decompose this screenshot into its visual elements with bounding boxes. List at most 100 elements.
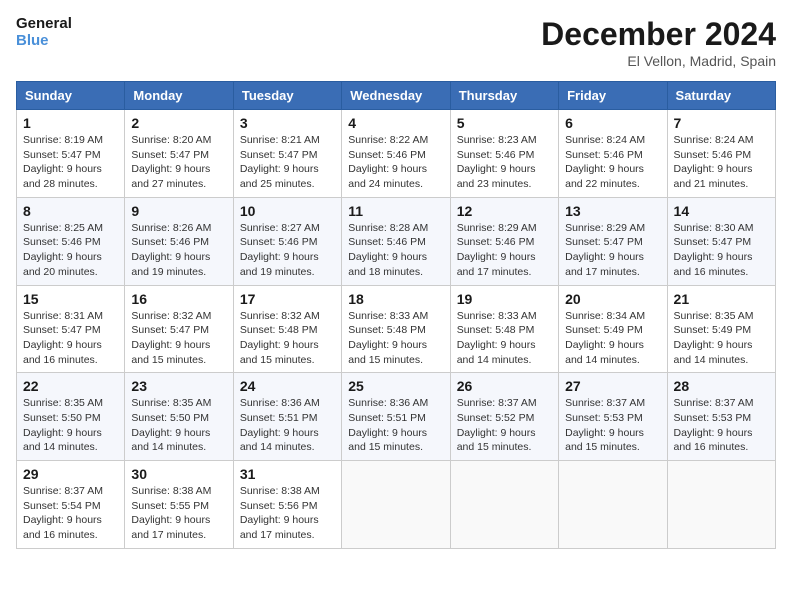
calendar-cell: 21 Sunrise: 8:35 AM Sunset: 5:49 PM Dayl…: [667, 285, 775, 373]
day-number: 18: [348, 291, 443, 307]
sunset-label: Sunset: 5:50 PM: [131, 412, 209, 424]
daylight-label: Daylight: 9 hours and 15 minutes.: [131, 339, 210, 366]
weekday-header: Tuesday: [233, 82, 341, 110]
day-info: Sunrise: 8:37 AM Sunset: 5:52 PM Dayligh…: [457, 396, 552, 455]
sunset-label: Sunset: 5:47 PM: [23, 149, 101, 161]
sunrise-label: Sunrise: 8:23 AM: [457, 134, 537, 146]
day-number: 11: [348, 203, 443, 219]
day-number: 15: [23, 291, 118, 307]
daylight-label: Daylight: 9 hours and 14 minutes.: [674, 339, 753, 366]
calendar-cell: 22 Sunrise: 8:35 AM Sunset: 5:50 PM Dayl…: [17, 373, 125, 461]
sunrise-label: Sunrise: 8:24 AM: [674, 134, 754, 146]
sunrise-label: Sunrise: 8:35 AM: [23, 397, 103, 409]
sunrise-label: Sunrise: 8:22 AM: [348, 134, 428, 146]
daylight-label: Daylight: 9 hours and 17 minutes.: [457, 251, 536, 278]
day-info: Sunrise: 8:38 AM Sunset: 5:55 PM Dayligh…: [131, 484, 226, 543]
calendar-cell: [559, 461, 667, 549]
location: El Vellon, Madrid, Spain: [541, 53, 776, 69]
calendar-cell: 18 Sunrise: 8:33 AM Sunset: 5:48 PM Dayl…: [342, 285, 450, 373]
day-info: Sunrise: 8:35 AM Sunset: 5:50 PM Dayligh…: [23, 396, 118, 455]
logo-container: General Blue: [16, 16, 72, 49]
calendar-cell: 14 Sunrise: 8:30 AM Sunset: 5:47 PM Dayl…: [667, 197, 775, 285]
weekday-header: Sunday: [17, 82, 125, 110]
day-number: 28: [674, 378, 769, 394]
sunset-label: Sunset: 5:47 PM: [131, 149, 209, 161]
calendar-cell: 15 Sunrise: 8:31 AM Sunset: 5:47 PM Dayl…: [17, 285, 125, 373]
daylight-label: Daylight: 9 hours and 14 minutes.: [23, 427, 102, 454]
sunset-label: Sunset: 5:48 PM: [240, 324, 318, 336]
sunrise-label: Sunrise: 8:36 AM: [348, 397, 428, 409]
sunrise-label: Sunrise: 8:28 AM: [348, 222, 428, 234]
day-number: 25: [348, 378, 443, 394]
calendar-cell: 31 Sunrise: 8:38 AM Sunset: 5:56 PM Dayl…: [233, 461, 341, 549]
day-number: 19: [457, 291, 552, 307]
daylight-label: Daylight: 9 hours and 15 minutes.: [565, 427, 644, 454]
day-number: 24: [240, 378, 335, 394]
sunrise-label: Sunrise: 8:35 AM: [674, 310, 754, 322]
day-number: 8: [23, 203, 118, 219]
sunset-label: Sunset: 5:46 PM: [565, 149, 643, 161]
calendar-cell: 5 Sunrise: 8:23 AM Sunset: 5:46 PM Dayli…: [450, 110, 558, 198]
sunrise-label: Sunrise: 8:33 AM: [348, 310, 428, 322]
sunset-label: Sunset: 5:53 PM: [674, 412, 752, 424]
weekday-header: Saturday: [667, 82, 775, 110]
sunset-label: Sunset: 5:54 PM: [23, 500, 101, 512]
logo-text: General Blue: [16, 16, 72, 49]
day-info: Sunrise: 8:22 AM Sunset: 5:46 PM Dayligh…: [348, 133, 443, 192]
day-info: Sunrise: 8:26 AM Sunset: 5:46 PM Dayligh…: [131, 221, 226, 280]
day-info: Sunrise: 8:29 AM Sunset: 5:46 PM Dayligh…: [457, 221, 552, 280]
sunset-label: Sunset: 5:47 PM: [23, 324, 101, 336]
day-info: Sunrise: 8:36 AM Sunset: 5:51 PM Dayligh…: [240, 396, 335, 455]
daylight-label: Daylight: 9 hours and 17 minutes.: [240, 514, 319, 541]
sunset-label: Sunset: 5:50 PM: [23, 412, 101, 424]
day-info: Sunrise: 8:32 AM Sunset: 5:48 PM Dayligh…: [240, 309, 335, 368]
daylight-label: Daylight: 9 hours and 28 minutes.: [23, 163, 102, 190]
weekday-header: Wednesday: [342, 82, 450, 110]
calendar-cell: 30 Sunrise: 8:38 AM Sunset: 5:55 PM Dayl…: [125, 461, 233, 549]
sunrise-label: Sunrise: 8:31 AM: [23, 310, 103, 322]
sunset-label: Sunset: 5:46 PM: [131, 236, 209, 248]
calendar-cell: 10 Sunrise: 8:27 AM Sunset: 5:46 PM Dayl…: [233, 197, 341, 285]
calendar-cell: [342, 461, 450, 549]
daylight-label: Daylight: 9 hours and 20 minutes.: [23, 251, 102, 278]
calendar-cell: 4 Sunrise: 8:22 AM Sunset: 5:46 PM Dayli…: [342, 110, 450, 198]
day-number: 27: [565, 378, 660, 394]
calendar-cell: 26 Sunrise: 8:37 AM Sunset: 5:52 PM Dayl…: [450, 373, 558, 461]
calendar-week-row: 22 Sunrise: 8:35 AM Sunset: 5:50 PM Dayl…: [17, 373, 776, 461]
calendar-cell: 29 Sunrise: 8:37 AM Sunset: 5:54 PM Dayl…: [17, 461, 125, 549]
day-number: 26: [457, 378, 552, 394]
sunrise-label: Sunrise: 8:34 AM: [565, 310, 645, 322]
day-number: 12: [457, 203, 552, 219]
weekday-header: Monday: [125, 82, 233, 110]
sunrise-label: Sunrise: 8:37 AM: [565, 397, 645, 409]
day-info: Sunrise: 8:34 AM Sunset: 5:49 PM Dayligh…: [565, 309, 660, 368]
calendar-cell: 28 Sunrise: 8:37 AM Sunset: 5:53 PM Dayl…: [667, 373, 775, 461]
day-info: Sunrise: 8:37 AM Sunset: 5:53 PM Dayligh…: [674, 396, 769, 455]
sunrise-label: Sunrise: 8:32 AM: [240, 310, 320, 322]
day-info: Sunrise: 8:23 AM Sunset: 5:46 PM Dayligh…: [457, 133, 552, 192]
calendar-cell: 24 Sunrise: 8:36 AM Sunset: 5:51 PM Dayl…: [233, 373, 341, 461]
sunset-label: Sunset: 5:56 PM: [240, 500, 318, 512]
day-info: Sunrise: 8:25 AM Sunset: 5:46 PM Dayligh…: [23, 221, 118, 280]
day-number: 14: [674, 203, 769, 219]
daylight-label: Daylight: 9 hours and 14 minutes.: [240, 427, 319, 454]
daylight-label: Daylight: 9 hours and 16 minutes.: [674, 427, 753, 454]
day-info: Sunrise: 8:37 AM Sunset: 5:53 PM Dayligh…: [565, 396, 660, 455]
day-number: 16: [131, 291, 226, 307]
logo-line1: General: [16, 16, 72, 33]
daylight-label: Daylight: 9 hours and 22 minutes.: [565, 163, 644, 190]
sunset-label: Sunset: 5:51 PM: [348, 412, 426, 424]
sunrise-label: Sunrise: 8:37 AM: [674, 397, 754, 409]
sunset-label: Sunset: 5:46 PM: [457, 149, 535, 161]
calendar-cell: 8 Sunrise: 8:25 AM Sunset: 5:46 PM Dayli…: [17, 197, 125, 285]
day-number: 30: [131, 466, 226, 482]
calendar-cell: [450, 461, 558, 549]
sunset-label: Sunset: 5:48 PM: [348, 324, 426, 336]
day-info: Sunrise: 8:35 AM Sunset: 5:50 PM Dayligh…: [131, 396, 226, 455]
sunrise-label: Sunrise: 8:37 AM: [457, 397, 537, 409]
weekday-header: Thursday: [450, 82, 558, 110]
sunrise-label: Sunrise: 8:25 AM: [23, 222, 103, 234]
day-info: Sunrise: 8:29 AM Sunset: 5:47 PM Dayligh…: [565, 221, 660, 280]
day-info: Sunrise: 8:20 AM Sunset: 5:47 PM Dayligh…: [131, 133, 226, 192]
sunrise-label: Sunrise: 8:27 AM: [240, 222, 320, 234]
